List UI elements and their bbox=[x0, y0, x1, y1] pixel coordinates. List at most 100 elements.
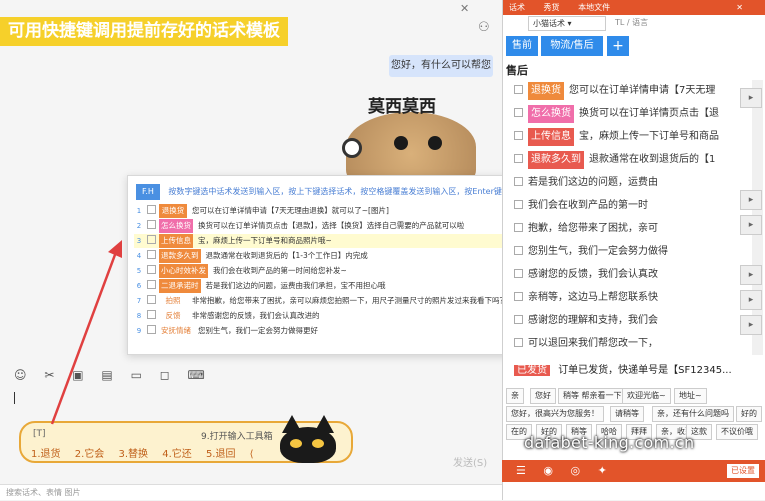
script-item[interactable]: 亲稍等，这边马上帮您联系快 bbox=[514, 289, 658, 307]
sparkle-icon[interactable]: ✦ bbox=[598, 464, 607, 477]
quick-phrase-chip[interactable]: 地址~ bbox=[674, 388, 707, 404]
quick-phrase-chip[interactable]: 您好，很高兴为您服务！ bbox=[506, 406, 604, 422]
script-item[interactable]: 可以退回来我们帮您改一下， bbox=[514, 335, 658, 353]
suggestion-option[interactable]: 4.它还 bbox=[162, 449, 192, 460]
item-tag: 上传信息 bbox=[528, 128, 574, 146]
tab-logistics-aftersale[interactable]: 物流/售后 bbox=[541, 36, 603, 56]
chat-history-icon[interactable]: ◻ bbox=[160, 368, 170, 382]
script-item[interactable]: 退换货 您可以在订单详情申请【7天无理 bbox=[514, 82, 715, 100]
row-number: 3 bbox=[136, 237, 142, 245]
script-item[interactable]: 怎么换货 换货可以在订单详情页点击【退 bbox=[514, 105, 719, 123]
tab-scripts[interactable]: 话术 bbox=[509, 3, 525, 12]
tab-goods[interactable]: 秀货 bbox=[544, 3, 560, 12]
dog-eye bbox=[428, 136, 442, 150]
quick-phrase-chip[interactable]: 亲 bbox=[506, 388, 524, 404]
doc-icon bbox=[514, 154, 523, 163]
script-item-delivery[interactable]: 已发货 订单已发货，快递单号是【SF12345... bbox=[514, 361, 732, 376]
sub-tab-language[interactable]: TL / 语言 bbox=[615, 15, 648, 31]
row-tag: 退款多久到 bbox=[159, 249, 201, 263]
script-item[interactable]: 退款多久到 退款通常在收到退货后的【1 bbox=[514, 151, 715, 169]
document-icon[interactable]: ▤ bbox=[101, 368, 112, 382]
side-button[interactable]: ▸ bbox=[740, 190, 762, 210]
close-icon[interactable]: ✕ bbox=[460, 2, 469, 15]
suggestion-option[interactable]: 1.退货 bbox=[31, 449, 61, 460]
popup-instructions: 按数字键选中话术发送到输入区，按上下键选择话术，按空格键覆盖发送到输入区，按En… bbox=[168, 187, 550, 196]
row-text: 若是我们这边的问题，运费由我们承担，宝不用担心哦 bbox=[205, 281, 386, 290]
side-button[interactable]: ▸ bbox=[740, 315, 762, 335]
overlay-title: 可用快捷键调用提前存好的话术模板 bbox=[0, 17, 288, 46]
cat-mascot bbox=[276, 415, 340, 465]
script-item[interactable]: 我们会在收到产品的第一时 bbox=[514, 197, 648, 215]
suggestion-option[interactable]: 5.退回 bbox=[206, 449, 236, 460]
prev-page-icon[interactable]: ⟨ bbox=[250, 449, 254, 460]
wechat-icon[interactable]: ◎ bbox=[570, 464, 580, 477]
quick-phrase-chip[interactable]: 您好 bbox=[530, 388, 556, 404]
settings-button[interactable]: 已设置 bbox=[727, 464, 759, 478]
close-icon[interactable]: ✕ bbox=[736, 0, 743, 15]
quick-phrase-chip[interactable]: 稍等 帮亲看一下 bbox=[558, 388, 627, 404]
side-button[interactable]: ▸ bbox=[740, 290, 762, 310]
side-button[interactable]: ▸ bbox=[740, 215, 762, 235]
item-tag: 退换货 bbox=[528, 82, 564, 100]
doc-icon bbox=[514, 177, 523, 186]
panel-bottom-bar: ☰ ◉ ◎ ✦ 已设置 bbox=[502, 460, 765, 482]
row-text: 您可以在订单详情申请【7天无理由退换】就可以了~[图片] bbox=[192, 206, 389, 215]
doc-icon bbox=[514, 269, 523, 278]
script-item[interactable]: 您别生气，我们一定会努力做得 bbox=[514, 243, 668, 261]
suggestion-option[interactable]: 2.它会 bbox=[75, 449, 105, 460]
folder-icon[interactable]: ▭ bbox=[131, 368, 142, 382]
tab-presale[interactable]: 售前 bbox=[506, 36, 538, 56]
scissors-icon[interactable]: ✂ bbox=[44, 368, 54, 382]
item-text: 我们会在收到产品的第一时 bbox=[528, 200, 648, 211]
send-button[interactable]: 发送(S) bbox=[453, 454, 487, 469]
bottom-search-bar[interactable]: 搜索话术、表情 图片 bbox=[0, 484, 502, 500]
add-tab-button[interactable]: + bbox=[607, 36, 629, 56]
menu-icon[interactable]: ☰ bbox=[516, 464, 526, 477]
cat-body bbox=[280, 427, 336, 463]
keyboard-icon[interactable]: ⌨ bbox=[188, 368, 205, 382]
row-tag: 拍照 bbox=[165, 296, 181, 305]
row-tag: 退换货 bbox=[159, 204, 187, 218]
item-text: 换货可以在订单详情页点击【退 bbox=[579, 108, 719, 119]
quick-phrase-chip[interactable]: 不议价哦 bbox=[716, 424, 758, 440]
script-item[interactable]: 抱歉，给您带来了困扰，亲可 bbox=[514, 220, 658, 238]
toolbox-hint[interactable]: 9.打开输入工具箱 bbox=[201, 429, 273, 442]
item-text: 退款通常在收到退货后的【1 bbox=[589, 154, 716, 165]
doc-icon bbox=[147, 265, 156, 274]
item-text: 感谢您的理解和支持，我们会 bbox=[528, 315, 658, 326]
doc-icon bbox=[147, 310, 156, 319]
item-tag: 怎么换货 bbox=[528, 105, 574, 123]
tab-local-files[interactable]: 本地文件 bbox=[578, 3, 610, 12]
emoji-icon[interactable]: ☺ bbox=[14, 368, 27, 382]
doc-icon bbox=[514, 246, 523, 255]
suggestion-options: 1.退货 2.它会 3.替换 4.它还 5.退回 ⟨ bbox=[31, 445, 291, 460]
script-item[interactable]: 上传信息 宝，麻烦上传一下订单号和商品 bbox=[514, 128, 719, 146]
quick-phrase-chip[interactable]: 请稍等 bbox=[610, 406, 644, 422]
item-text: 亲稍等，这边马上帮您联系快 bbox=[528, 292, 658, 303]
side-button[interactable]: ▸ bbox=[740, 88, 762, 108]
doc-icon bbox=[147, 235, 156, 244]
script-item[interactable]: 若是我们这边的问题，运费由 bbox=[514, 174, 658, 192]
add-user-icon[interactable]: ⚇ bbox=[478, 20, 490, 35]
side-button[interactable]: ▸ bbox=[740, 265, 762, 285]
quick-phrase-chip[interactable]: 欢迎光临~ bbox=[622, 388, 671, 404]
doc-icon bbox=[514, 292, 523, 301]
quick-phrase-chip[interactable]: 亲，还有什么问题吗 bbox=[652, 406, 734, 422]
eye-icon[interactable]: ◉ bbox=[543, 464, 553, 477]
item-text: 抱歉，给您带来了困扰，亲可 bbox=[528, 223, 658, 234]
doc-icon bbox=[147, 220, 156, 229]
dog-face bbox=[346, 112, 476, 182]
script-item[interactable]: 感谢您的理解和支持，我们会 bbox=[514, 312, 658, 330]
row-tag: 怎么换货 bbox=[159, 219, 193, 233]
script-item[interactable]: 感谢您的反馈，我们会认真改 bbox=[514, 266, 658, 284]
row-number: 8 bbox=[136, 312, 142, 320]
doc-icon bbox=[514, 131, 523, 140]
suggestion-option[interactable]: 3.替换 bbox=[118, 449, 148, 460]
row-number: 4 bbox=[136, 252, 142, 260]
image-icon[interactable]: ▣ bbox=[72, 368, 83, 382]
row-text: 您别生气，我们一定会努力做得更好 bbox=[198, 326, 318, 335]
quick-phrase-chip[interactable]: 好的 bbox=[736, 406, 762, 422]
row-text: 退款通常在收到退货后的【1-3个工作日】内完成 bbox=[205, 251, 368, 260]
text-cursor[interactable] bbox=[14, 392, 15, 404]
script-library-dropdown[interactable]: 小猫话术 ▾ bbox=[528, 16, 606, 31]
